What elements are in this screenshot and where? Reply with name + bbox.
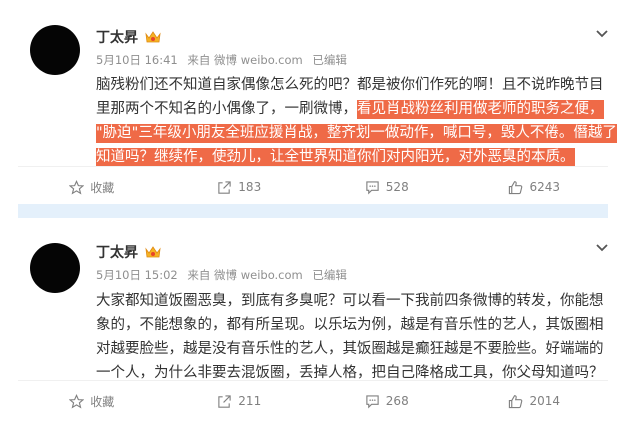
author-name[interactable]: 丁太昇 xyxy=(96,27,138,47)
like-count: 2014 xyxy=(529,394,561,408)
content-line: 里那两个不知名的小偶像了，一刷微博，看见肖战粉丝利用做老师的职务之便， xyxy=(96,97,604,121)
content-line: 象的，不能想象的，都有所呈现。以乐坛为例，越是有音乐性的艺人，其饭圈相 xyxy=(96,317,604,333)
comment-count: 528 xyxy=(385,180,409,194)
weibo-post: 丁太昇 5月10日 16:41 来自 微博 weibo.com 已编辑 脑残粉们… xyxy=(0,0,640,204)
post-separator xyxy=(18,204,608,218)
post-time[interactable]: 5月10日 16:41 xyxy=(96,53,178,67)
repost-button[interactable]: 183 xyxy=(166,167,314,207)
thumbs-up-icon xyxy=(509,394,523,408)
post-content: 脑残粉们还不知道自家偶像怎么死的吧？都是被你们作死的啊！且不说昨晚节目 里那两个… xyxy=(96,73,617,169)
repost-button[interactable]: 211 xyxy=(166,381,314,421)
crown-badge-icon[interactable] xyxy=(144,30,162,44)
action-bar: 收藏 183 528 6243 xyxy=(18,166,608,207)
comment-icon xyxy=(366,180,379,194)
post-meta: 5月10日 16:41 来自 微博 weibo.com 已编辑 xyxy=(96,52,353,68)
content-line: "胁迫"三年级小朋友全班应援肖战，整齐划一做动作，喊口号，毁人不倦。僭越了 xyxy=(96,121,617,145)
post-content: 大家都知道饭圈恶臭，到底有多臭呢？可以看一下我前四条微博的转发，你能想 象的，不… xyxy=(96,289,604,385)
chevron-down-icon[interactable] xyxy=(596,24,608,38)
action-bar: 收藏 211 268 2014 xyxy=(18,380,608,421)
repost-count: 183 xyxy=(238,180,262,194)
favorite-label: 收藏 xyxy=(90,180,115,195)
author-row: 丁太昇 xyxy=(96,27,162,47)
favorite-label: 收藏 xyxy=(90,394,115,409)
star-icon xyxy=(69,179,85,194)
crown-badge-icon[interactable] xyxy=(144,245,162,259)
share-icon xyxy=(218,180,231,194)
like-button[interactable]: 6243 xyxy=(461,167,609,207)
author-row: 丁太昇 xyxy=(96,242,162,262)
weibo-post: 丁太昇 5月10日 15:02 来自 微博 weibo.com 已编辑 大家都知… xyxy=(0,220,640,429)
avatar[interactable] xyxy=(30,243,80,293)
post-meta: 5月10日 15:02 来自 微博 weibo.com 已编辑 xyxy=(96,267,353,283)
favorite-button[interactable]: 收藏 xyxy=(18,381,166,421)
repost-count: 211 xyxy=(238,394,262,408)
content-line: 对越要脸些，越是没有音乐性的艺人，其饭圈越是癫狂越是不要脸些。好端端的 xyxy=(96,341,604,357)
edited-label[interactable]: 已编辑 xyxy=(312,268,347,282)
highlighted-text: "胁迫"三年级小朋友全班应援肖战，整齐划一做动作，喊口号，毁人不倦。僭越了 xyxy=(96,124,617,143)
share-icon xyxy=(218,394,231,408)
post-time[interactable]: 5月10日 15:02 xyxy=(96,268,178,282)
highlighted-text: 知道吗？继续作，使劲儿，让全世界知道你们对内阳光，对外恶臭的本质。 xyxy=(96,148,575,167)
content-text: 里那两个不知名的小偶像了，一刷微博， xyxy=(96,101,357,117)
favorite-button[interactable]: 收藏 xyxy=(18,167,166,207)
comment-icon xyxy=(366,394,379,408)
chevron-down-icon[interactable] xyxy=(596,238,608,252)
content-line: 大家都知道饭圈恶臭，到底有多臭呢？可以看一下我前四条微博的转发，你能想 xyxy=(96,293,604,309)
author-name[interactable]: 丁太昇 xyxy=(96,242,138,262)
like-count: 6243 xyxy=(529,180,561,194)
thumbs-up-icon xyxy=(509,180,523,194)
content-line: 脑残粉们还不知道自家偶像怎么死的吧？都是被你们作死的啊！且不说昨晚节目 xyxy=(96,77,604,93)
comment-count: 268 xyxy=(385,394,409,408)
post-source: 来自 微博 weibo.com xyxy=(187,53,303,67)
star-icon xyxy=(69,393,85,408)
post-source: 来自 微博 weibo.com xyxy=(187,268,303,282)
comment-button[interactable]: 268 xyxy=(313,381,461,421)
like-button[interactable]: 2014 xyxy=(461,381,609,421)
avatar[interactable] xyxy=(30,25,80,75)
highlighted-text: 看见肖战粉丝利用做老师的职务之便， xyxy=(357,100,604,119)
comment-button[interactable]: 528 xyxy=(313,167,461,207)
edited-label[interactable]: 已编辑 xyxy=(312,53,347,67)
